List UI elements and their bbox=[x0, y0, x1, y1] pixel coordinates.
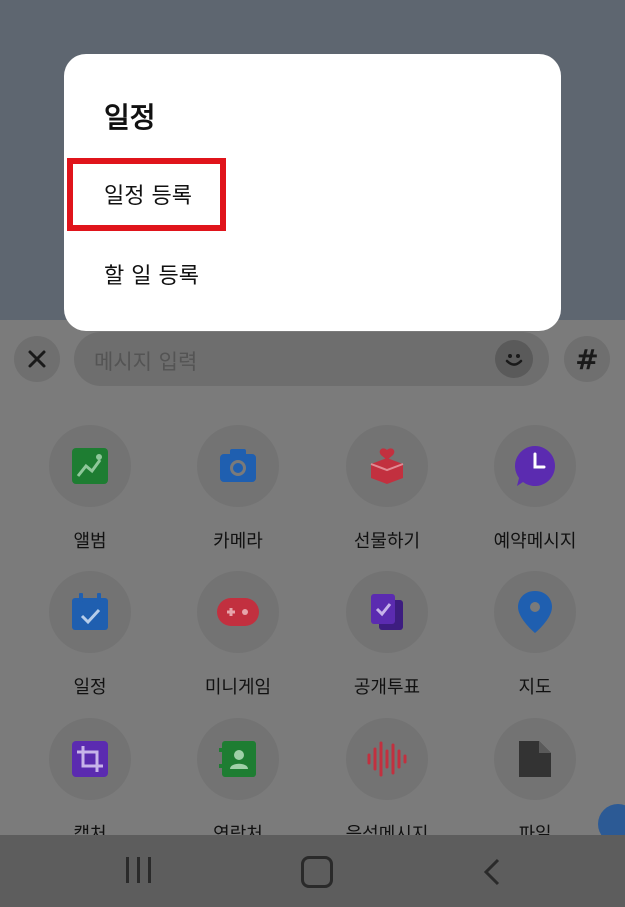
gamepad-icon-circle bbox=[197, 571, 279, 653]
gift-icon-circle bbox=[346, 425, 428, 507]
back-button[interactable] bbox=[480, 857, 504, 891]
camera-icon-circle bbox=[197, 425, 279, 507]
grid-item-gift[interactable]: 선물하기 bbox=[312, 425, 462, 553]
message-input-placeholder: 메시지 입력 bbox=[94, 350, 198, 374]
recent-apps-button[interactable] bbox=[126, 857, 151, 883]
grid-item-voice-message[interactable]: 음성메시지 bbox=[312, 718, 462, 846]
grid-item-vote[interactable]: 공개투표 bbox=[312, 571, 462, 699]
clock-message-icon bbox=[515, 446, 555, 486]
message-input[interactable]: 메시지 입력 bbox=[74, 332, 549, 386]
grid-item-label: 앨범 bbox=[73, 531, 107, 552]
smile-icon bbox=[505, 354, 523, 366]
crop-icon-circle bbox=[49, 718, 131, 800]
grid-item-label: 공개투표 bbox=[353, 677, 421, 698]
album-icon-circle bbox=[49, 425, 131, 507]
vote-icon-circle bbox=[346, 571, 428, 653]
hashtag-button[interactable]: # bbox=[564, 336, 610, 382]
popup-title: 일정 bbox=[104, 101, 156, 134]
home-button[interactable] bbox=[301, 856, 333, 888]
grid-item-label: 일정 bbox=[73, 677, 107, 698]
contact-icon bbox=[219, 741, 256, 777]
close-icon bbox=[28, 350, 46, 368]
grid-item-calendar[interactable]: 일정 bbox=[15, 571, 165, 699]
calendar-icon bbox=[72, 593, 108, 630]
recent-apps-icon bbox=[126, 857, 129, 883]
highlight-box bbox=[67, 158, 226, 231]
grid-item-label: 지도 bbox=[518, 677, 552, 698]
grid-item-label: 카메라 bbox=[213, 531, 263, 552]
vote-icon bbox=[371, 594, 403, 630]
close-button[interactable] bbox=[14, 336, 60, 382]
crop-icon bbox=[72, 741, 108, 777]
emoji-button[interactable] bbox=[495, 340, 533, 378]
grid-item-label: 선물하기 bbox=[353, 531, 421, 552]
contact-icon-circle bbox=[197, 718, 279, 800]
clock-message-icon-circle bbox=[494, 425, 576, 507]
gamepad-icon bbox=[217, 598, 259, 626]
grid-item-label: 미니게임 bbox=[204, 677, 272, 698]
back-icon bbox=[483, 858, 500, 886]
grid-item-album[interactable]: 앨범 bbox=[15, 425, 165, 553]
system-nav-bar bbox=[0, 835, 625, 907]
voice-wave-icon-circle bbox=[346, 718, 428, 800]
grid-item-contact[interactable]: 연락처 bbox=[163, 718, 313, 846]
grid-item-camera[interactable]: 카메라 bbox=[163, 425, 313, 553]
grid-item-minigame[interactable]: 미니게임 bbox=[163, 571, 313, 699]
file-icon bbox=[519, 741, 551, 777]
grid-item-label: 예약메시지 bbox=[493, 531, 577, 552]
popup-option-add-todo[interactable]: 할 일 등록 bbox=[104, 258, 199, 290]
grid-item-capture[interactable]: 캡처 bbox=[15, 718, 165, 846]
file-icon-circle bbox=[494, 718, 576, 800]
map-pin-icon bbox=[518, 591, 552, 633]
hash-icon: # bbox=[575, 342, 599, 376]
camera-icon bbox=[220, 449, 256, 482]
album-icon bbox=[72, 448, 108, 484]
grid-item-file[interactable]: 파일 bbox=[460, 718, 610, 846]
gift-icon bbox=[370, 448, 404, 484]
grid-item-scheduled-message[interactable]: 예약메시지 bbox=[460, 425, 610, 553]
calendar-icon-circle bbox=[49, 571, 131, 653]
map-pin-icon-circle bbox=[494, 571, 576, 653]
grid-item-map[interactable]: 지도 bbox=[460, 571, 610, 699]
voice-wave-icon bbox=[367, 741, 407, 777]
